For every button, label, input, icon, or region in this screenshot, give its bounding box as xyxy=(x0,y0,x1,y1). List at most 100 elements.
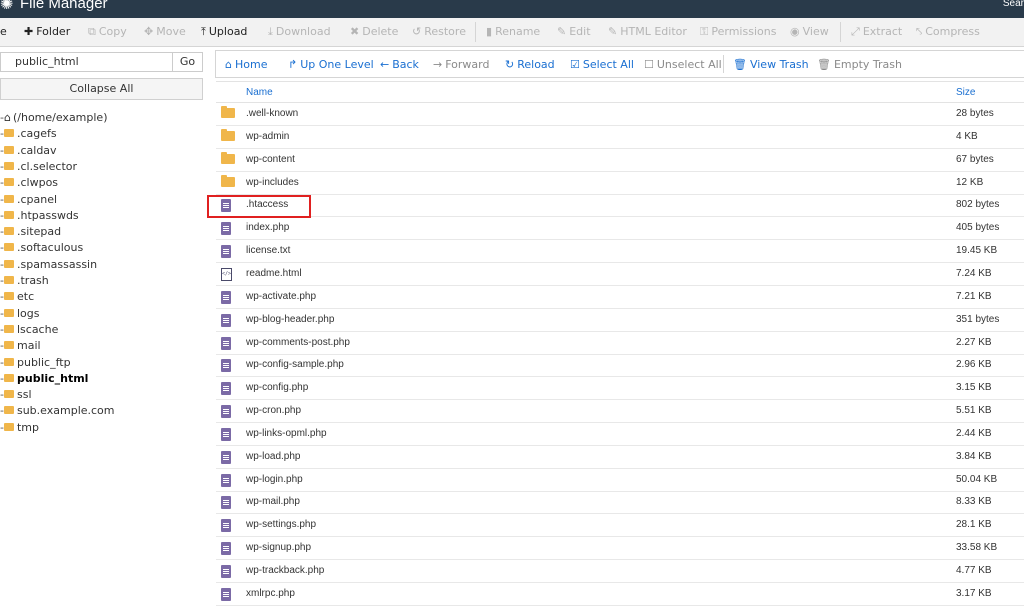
navigation-bar: ⌂ Home ↱ Up One Level ← Back → Forward ↻ Relo… xyxy=(215,50,1024,78)
folder-icon xyxy=(3,341,14,350)
tree-item[interactable]: - .cagefs xyxy=(0,126,57,142)
toolbar: e ✚ Folder ⧉ Copy ✥ Move ⤒ Upload ⤓ Download … xyxy=(0,18,1024,47)
tree-item[interactable]: - etc xyxy=(0,289,34,305)
tree-item[interactable]: - tmp xyxy=(0,420,39,436)
up-one-level-button[interactable]: ↱ Up One Level xyxy=(288,58,374,71)
tree-item[interactable]: - .caldav xyxy=(0,143,57,159)
file-name: wp-config-sample.php xyxy=(246,359,344,371)
file-icon xyxy=(221,496,231,510)
table-row[interactable]: wp-includes 12 KB xyxy=(216,172,1024,195)
file-size: 405 bytes xyxy=(956,222,1000,234)
search-label[interactable]: Sear xyxy=(1003,0,1024,9)
restore-button[interactable]: ↺ Restore xyxy=(412,25,466,38)
toolbar-file-button[interactable]: e xyxy=(0,25,7,38)
tree-item[interactable]: - .htpasswds xyxy=(0,208,79,224)
file-icon xyxy=(221,473,231,487)
rename-button[interactable]: ▮ Rename xyxy=(486,25,540,38)
tree-item[interactable]: - .spamassassin xyxy=(0,257,97,273)
go-button[interactable]: Go xyxy=(172,52,203,72)
tree-item[interactable]: - .clwpos xyxy=(0,175,58,191)
file-name: wp-activate.php xyxy=(246,290,317,302)
html-editor-button[interactable]: ✎ HTML Editor xyxy=(608,25,687,38)
file-size: 19.45 KB xyxy=(956,245,998,257)
tree-item[interactable]: - public_html xyxy=(0,371,88,387)
reload-button[interactable]: ↻ Reload xyxy=(505,58,555,71)
file-list-panel: ⌂ Home ↱ Up One Level ← Back → Forward ↻ Relo… xyxy=(215,47,1024,611)
file-icon xyxy=(221,245,231,259)
unselect-all-button[interactable]: ☐ Unselect All xyxy=(644,58,722,71)
home-icon: ⌂ xyxy=(225,58,232,71)
compress-icon: ⤣ xyxy=(916,25,923,38)
table-row[interactable]: xmlrpc.php 3.17 KB xyxy=(216,583,1024,606)
file-icon xyxy=(221,565,231,578)
delete-button[interactable]: ✖ Delete xyxy=(350,25,398,38)
edit-button[interactable]: ✎ Edit xyxy=(557,25,591,38)
table-row[interactable]: license.txt 19.45 KB xyxy=(216,240,1024,264)
forward-button[interactable]: → Forward xyxy=(433,58,489,71)
new-folder-button[interactable]: ✚ Folder xyxy=(24,25,70,38)
folder-icon xyxy=(3,308,14,317)
file-size: 7.21 KB xyxy=(956,290,992,302)
tree-item[interactable]: - ssl xyxy=(0,387,32,403)
view-trash-button[interactable]: 🗑 View Trash xyxy=(733,58,809,71)
table-row[interactable]: wp-comments-post.php 2.27 KB xyxy=(216,332,1024,355)
tree-item[interactable]: -⌂ (/home/example) xyxy=(0,110,108,126)
tree-item[interactable]: - .cl.selector xyxy=(0,159,77,175)
tree-item[interactable]: - .trash xyxy=(0,273,49,289)
file-name: wp-config.php xyxy=(246,382,309,394)
file-size: 50.04 KB xyxy=(956,473,998,485)
table-row[interactable]: wp-blog-header.php 351 bytes xyxy=(216,309,1024,332)
table-row[interactable]: wp-links-opml.php 2.44 KB xyxy=(216,423,1024,446)
table-row[interactable]: wp-settings.php 28.1 KB xyxy=(216,514,1024,538)
table-row[interactable]: wp-login.php 50.04 KB xyxy=(216,469,1024,492)
tree-item[interactable]: - lscache xyxy=(0,322,58,338)
move-button[interactable]: ✥ Move xyxy=(144,25,186,38)
home-button[interactable]: ⌂ Home xyxy=(225,58,267,71)
folder-icon xyxy=(3,227,14,236)
file-icon xyxy=(221,587,231,601)
path-input[interactable] xyxy=(0,52,173,72)
back-button[interactable]: ← Back xyxy=(380,58,419,71)
empty-trash-button[interactable]: 🗑 Empty Trash xyxy=(817,58,902,71)
compress-button[interactable]: ⤣ Compress xyxy=(916,25,980,39)
move-icon: ✥ xyxy=(144,25,154,38)
view-button[interactable]: ◉ View xyxy=(790,25,829,38)
size-column-header[interactable]: Size xyxy=(956,87,975,98)
tree-item[interactable]: - mail xyxy=(0,338,41,354)
file-size: 67 bytes xyxy=(956,153,994,165)
folder-icon xyxy=(3,373,14,382)
tree-item-label: .cpanel xyxy=(16,192,58,206)
tree-item[interactable]: - public_ftp xyxy=(0,355,71,371)
table-row[interactable]: .well-known 28 bytes xyxy=(216,103,1024,126)
table-row[interactable]: wp-config.php 3.15 KB xyxy=(216,377,1024,401)
table-row[interactable]: wp-mail.php 8.33 KB xyxy=(216,491,1024,515)
table-row[interactable]: index.php 405 bytes xyxy=(216,217,1024,241)
table-row[interactable]: wp-admin 4 KB xyxy=(216,126,1024,149)
file-icon xyxy=(221,382,231,396)
file-size: 2.44 KB xyxy=(956,427,992,439)
table-row[interactable]: wp-signup.php 33.58 KB xyxy=(216,537,1024,561)
collapse-all-button[interactable]: Collapse All xyxy=(0,78,203,100)
permissions-button[interactable]: ⚿ Permissions xyxy=(700,25,776,39)
table-row[interactable]: .htaccess 802 bytes xyxy=(216,194,1024,218)
tree-item[interactable]: - logs xyxy=(0,306,39,322)
select-all-button[interactable]: ☑ Select All xyxy=(570,58,634,71)
table-row[interactable]: wp-content 67 bytes xyxy=(216,149,1024,172)
upload-button[interactable]: ⤒ Upload xyxy=(201,25,247,39)
tree-item[interactable]: - sub.example.com xyxy=(0,403,115,419)
tree-item-label: .sitepad xyxy=(16,225,62,239)
tree-item[interactable]: - .softaculous xyxy=(0,240,83,256)
copy-button[interactable]: ⧉ Copy xyxy=(88,25,127,39)
tree-item[interactable]: - .sitepad xyxy=(0,224,61,240)
download-button[interactable]: ⤓ Download xyxy=(268,25,331,39)
table-row[interactable]: wp-cron.php 5.51 KB xyxy=(216,400,1024,424)
extract-button[interactable]: ⤢ Extract xyxy=(851,25,902,39)
table-row[interactable]: wp-config-sample.php 2.96 KB xyxy=(216,354,1024,378)
name-column-header[interactable]: Name xyxy=(246,87,273,98)
table-row[interactable]: wp-activate.php 7.21 KB xyxy=(216,286,1024,309)
tree-item[interactable]: - .cpanel xyxy=(0,192,57,208)
table-row[interactable]: </> readme.html 7.24 KB xyxy=(216,263,1024,286)
rename-icon: ▮ xyxy=(486,25,493,38)
table-row[interactable]: wp-trackback.php 4.77 KB xyxy=(216,560,1024,583)
table-row[interactable]: wp-load.php 3.84 KB xyxy=(216,446,1024,469)
